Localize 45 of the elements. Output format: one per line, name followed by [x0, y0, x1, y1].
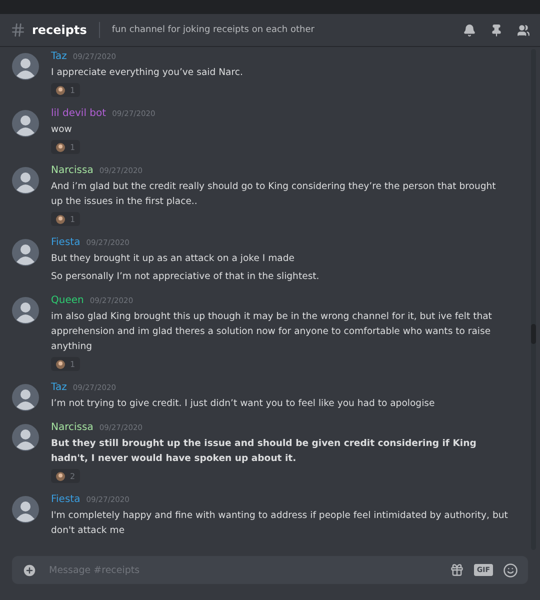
user-avatar[interactable] [12, 496, 39, 523]
message-text: wow [51, 123, 73, 137]
author-name[interactable]: Taz [51, 51, 67, 62]
user-avatar[interactable] [12, 424, 39, 451]
face-emoji-icon [56, 472, 65, 480]
author-name[interactable]: Queen [51, 295, 84, 306]
message-text: I appreciate everything you’ve said Narc. [51, 66, 244, 80]
author-name[interactable]: Narcissa [51, 422, 94, 433]
channel-topic: fun channel for joking receipts on each other [112, 25, 316, 35]
user-avatar[interactable] [12, 239, 39, 266]
message-text: But they brought it up as an attack on a joke I made [51, 252, 296, 266]
hash-icon [10, 22, 26, 38]
reaction-button[interactable]: 1 [51, 83, 80, 97]
face-emoji-icon [56, 360, 65, 368]
reaction-button[interactable]: 1 [51, 212, 80, 226]
face-emoji-icon [56, 86, 65, 94]
face-emoji-icon [56, 142, 65, 152]
user-avatar[interactable] [12, 167, 39, 194]
user-avatar[interactable] [12, 297, 39, 324]
user-avatar[interactable] [12, 384, 39, 411]
reaction-button[interactable]: 1 [51, 140, 80, 154]
bell-icon[interactable] [463, 24, 476, 36]
pin-icon[interactable] [490, 24, 503, 36]
user-avatar[interactable] [12, 53, 39, 80]
author-name[interactable]: Narcissa [51, 165, 94, 176]
reaction-button[interactable]: 1 [51, 357, 80, 371]
author-name[interactable]: Fiesta [51, 237, 80, 248]
message-text: But they still brought up the issue and should be given credit considering if King hadn't, I never would have spoken up about it. [51, 437, 478, 466]
message-text: I’m not trying to give credit. I just didn’t want you to feel like you had to apologise [51, 397, 436, 411]
message-text: So personally I’m not appreciative of that in the slightest. [51, 270, 320, 284]
user-avatar[interactable] [12, 110, 39, 137]
add-icon[interactable] [22, 562, 37, 578]
author-name[interactable]: Fiesta [51, 494, 80, 505]
scrollbar[interactable] [531, 49, 536, 550]
message-text: And i’m glad but the credit really should go to King considering they’re the person that brought up the issues in the first place.. [51, 180, 497, 209]
gift-icon[interactable] [450, 563, 464, 577]
reaction-button[interactable]: 2 [51, 469, 80, 483]
author-name[interactable]: lil devil bot [51, 108, 106, 119]
face-emoji-icon [56, 214, 65, 224]
emoji-icon[interactable] [503, 562, 518, 578]
message-text: I'm completely happy and fine with wanting to address if people feel intimidated by authority, but don't attack me [51, 509, 509, 538]
members-icon[interactable] [517, 24, 530, 36]
channel-name: receipts [32, 23, 87, 37]
author-name[interactable]: Taz [51, 382, 67, 393]
message-text: im also glad King brought this up though it may be in the wrong channel for it, but ive felt that apprehension and im glad theres a solution now for anyone to comfortable who wants to raise anything [51, 310, 493, 354]
